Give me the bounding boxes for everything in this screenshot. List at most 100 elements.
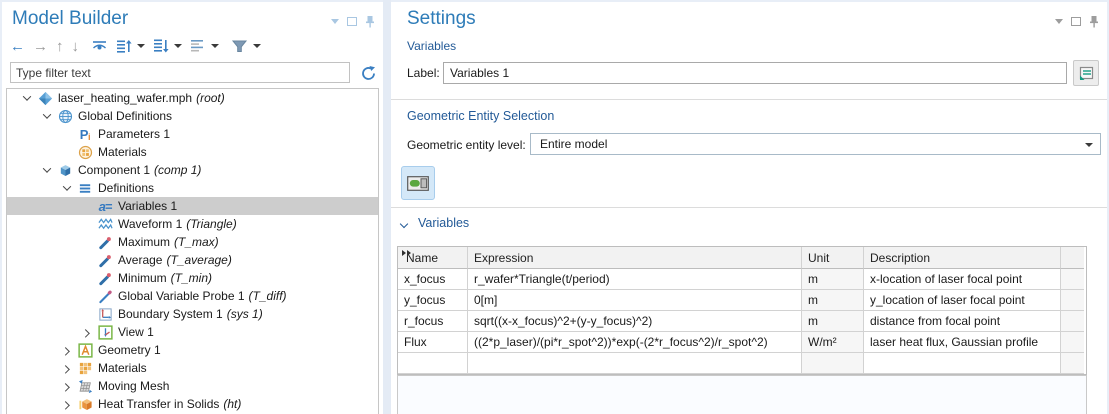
- heat-transfer-icon: [77, 396, 93, 412]
- collapse-icon[interactable]: [37, 161, 57, 179]
- move-down-button[interactable]: ↓: [72, 39, 80, 54]
- list-up-icon: [116, 38, 132, 54]
- indent-spacer: [57, 125, 77, 143]
- cell-description[interactable]: laser heat flux, Gaussian profile: [864, 332, 1061, 353]
- model-builder-panel: Model Builder ← → ↑ ↓: [2, 2, 383, 414]
- active-selection-toggle-button[interactable]: [401, 166, 435, 200]
- cell-name[interactable]: r_focus: [398, 311, 468, 332]
- panel-menu-icon[interactable]: [331, 19, 339, 24]
- column-header-description[interactable]: Description: [864, 247, 1061, 269]
- refresh-icon: [360, 65, 377, 82]
- tree-item-global-variable-probe-1[interactable]: Global Variable Probe 1 (T_diff): [7, 287, 378, 305]
- pin-icon[interactable]: [1089, 15, 1099, 28]
- tree-item-maximum[interactable]: Maximum (T_max): [7, 233, 378, 251]
- parameters-icon: Pᵢ: [77, 126, 93, 142]
- column-header-name[interactable]: Name: [398, 247, 468, 269]
- tree-item-variables-1[interactable]: a= Variables 1: [7, 197, 378, 215]
- tree-item-minimum[interactable]: Minimum (T_min): [7, 269, 378, 287]
- right-arrow-icon: →: [33, 39, 48, 54]
- indent-spacer: [77, 197, 97, 215]
- left-arrow-icon: ←: [10, 39, 25, 54]
- indent-spacer: [77, 251, 97, 269]
- variables-section-heading: Variables: [418, 216, 469, 230]
- tree-item-root[interactable]: laser_heating_wafer.mph (root): [7, 89, 378, 107]
- move-up-button[interactable]: ↑: [56, 39, 64, 54]
- dropdown-caret-icon: [137, 44, 145, 48]
- tree-item-materials[interactable]: Materials: [7, 359, 378, 377]
- tree-item-view-1[interactable]: View 1: [7, 323, 378, 341]
- column-header-unit[interactable]: Unit: [802, 247, 864, 269]
- tree-item-geometry-1[interactable]: Geometry 1: [7, 341, 378, 359]
- tree-item-component-1[interactable]: Component 1 (comp 1): [7, 161, 378, 179]
- panel-menu-icon[interactable]: [1055, 19, 1063, 24]
- indent-spacer: [77, 305, 97, 323]
- tree-item-moving-mesh[interactable]: Moving Mesh: [7, 377, 378, 395]
- show-button[interactable]: [91, 38, 108, 54]
- go-back-button[interactable]: ←: [10, 39, 25, 54]
- probe-icon: [97, 270, 113, 286]
- section-divider: [391, 99, 1107, 100]
- cell-name[interactable]: x_focus: [398, 269, 468, 290]
- float-panel-icon[interactable]: [347, 17, 357, 26]
- cell-unit[interactable]: m: [802, 290, 864, 311]
- panel-splitter[interactable]: [383, 0, 391, 414]
- table-empty-area[interactable]: [397, 375, 1087, 414]
- column-header-expression[interactable]: Expression: [468, 247, 802, 269]
- go-forward-button[interactable]: →: [33, 39, 48, 54]
- cell-description[interactable]: x-location of laser focal point: [864, 269, 1061, 290]
- entity-level-select[interactable]: Entire model: [530, 133, 1101, 155]
- cell-description[interactable]: [864, 353, 1061, 374]
- expand-icon[interactable]: [77, 323, 97, 341]
- cell-name[interactable]: Flux: [398, 332, 468, 353]
- tree-item-global-definitions[interactable]: Global Definitions: [7, 107, 378, 125]
- globe-icon: [57, 108, 73, 124]
- expand-icon[interactable]: [57, 395, 77, 413]
- tree-item-waveform-1[interactable]: Waveform 1 (Triangle): [7, 215, 378, 233]
- section-divider: [391, 207, 1107, 208]
- cell-unit[interactable]: [802, 353, 864, 374]
- collapse-icon[interactable]: [37, 107, 57, 125]
- tree-item-heat-transfer-in-solids[interactable]: Heat Transfer in Solids (ht): [7, 395, 378, 413]
- node-label-button[interactable]: [190, 38, 219, 54]
- cell-unit[interactable]: m: [802, 269, 864, 290]
- collapse-section-icon[interactable]: [400, 220, 408, 228]
- float-panel-icon[interactable]: [1071, 17, 1081, 26]
- list-down-icon: [153, 38, 169, 54]
- cell-expression[interactable]: sqrt((x-x_focus)^2+(y-y_focus)^2): [468, 311, 802, 332]
- cell-expression[interactable]: 0[m]: [468, 290, 802, 311]
- settings-window-controls: [1055, 15, 1099, 28]
- global-probe-icon: [97, 288, 113, 304]
- view-icon: [97, 324, 113, 340]
- collapse-all-button[interactable]: [116, 38, 145, 54]
- expand-icon[interactable]: [57, 341, 77, 359]
- pin-icon[interactable]: [365, 15, 375, 28]
- cell-unit[interactable]: W/m²: [802, 332, 864, 353]
- cell-expression[interactable]: ((2*p_laser)/(pi*r_spot^2))*exp(-(2*r_fo…: [468, 332, 802, 353]
- node-text-icon: [190, 38, 206, 54]
- show-options-button[interactable]: [1073, 60, 1099, 86]
- expand-icon[interactable]: [57, 377, 77, 395]
- cell-expression[interactable]: [468, 353, 802, 374]
- collapse-icon[interactable]: [57, 179, 77, 197]
- selection-toggle-icon: [407, 176, 429, 191]
- label-input[interactable]: [443, 62, 1067, 84]
- tree-item-definitions[interactable]: Definitions: [7, 179, 378, 197]
- entity-level-value: Entire model: [540, 137, 607, 151]
- cell-expression[interactable]: r_wafer*Triangle(t/period): [468, 269, 802, 290]
- tree-item-parameters-1[interactable]: Pᵢ Parameters 1: [7, 125, 378, 143]
- expand-icon[interactable]: [57, 359, 77, 377]
- tree-item-average[interactable]: Average (T_average): [7, 251, 378, 269]
- collapse-icon[interactable]: [17, 89, 37, 107]
- expand-all-button[interactable]: [153, 38, 182, 54]
- tree-item-global-materials[interactable]: Materials: [7, 143, 378, 161]
- cell-name[interactable]: [398, 353, 468, 374]
- cell-description[interactable]: distance from focal point: [864, 311, 1061, 332]
- cell-unit[interactable]: m: [802, 311, 864, 332]
- tree-item-boundary-system-1[interactable]: Boundary System 1 (sys 1): [7, 305, 378, 323]
- refresh-button[interactable]: [358, 63, 378, 83]
- cell-name[interactable]: y_focus: [398, 290, 468, 311]
- node-filter-button[interactable]: [231, 38, 261, 54]
- tree-filter-input[interactable]: [10, 62, 350, 83]
- cell-blank: [1061, 269, 1084, 290]
- cell-description[interactable]: y_location of laser focal point: [864, 290, 1061, 311]
